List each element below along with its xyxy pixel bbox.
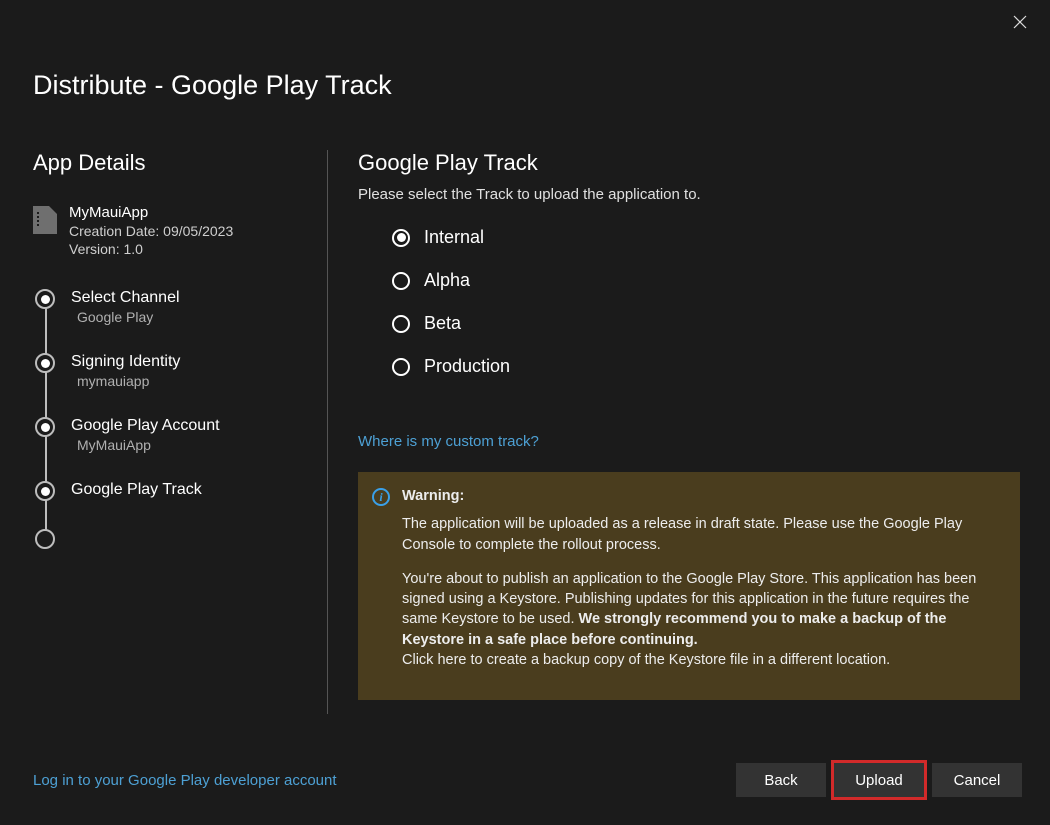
wizard-step[interactable] (33, 521, 307, 569)
info-icon: i (372, 488, 390, 506)
track-option[interactable]: Internal (392, 227, 1020, 248)
warning-paragraph-1: The application will be uploaded as a re… (402, 514, 1002, 555)
step-texts: Google Play Track (71, 481, 202, 499)
app-details-heading: App Details (33, 150, 307, 176)
step-sublabel: mymauiapp (71, 373, 180, 389)
track-option[interactable]: Alpha (392, 270, 1020, 291)
radio-icon (392, 358, 410, 376)
app-text-group: MyMauiApp Creation Date: 09/05/2023 Vers… (69, 204, 233, 257)
step-label: Google Play Track (71, 481, 202, 499)
track-option-label: Production (424, 356, 510, 377)
right-panel: Google Play Track Please select the Trac… (328, 150, 1050, 714)
warning-backup-link[interactable]: Click here to create a backup copy of th… (402, 652, 890, 668)
step-texts: Select Channel Google Play (71, 289, 180, 325)
app-summary: MyMauiApp Creation Date: 09/05/2023 Vers… (33, 204, 307, 257)
step-dot-icon (35, 417, 55, 437)
track-option[interactable]: Beta (392, 313, 1020, 334)
content-area: App Details MyMauiApp Creation Date: 09/… (0, 150, 1050, 714)
warning-body: Warning: The application will be uploade… (402, 486, 1002, 684)
left-panel: App Details MyMauiApp Creation Date: 09/… (0, 150, 328, 714)
login-link[interactable]: Log in to your Google Play developer acc… (33, 772, 337, 789)
track-option[interactable]: Production (392, 356, 1020, 377)
radio-icon (392, 272, 410, 290)
wizard-step[interactable]: Signing Identity mymauiapp (33, 345, 307, 409)
radio-icon (392, 229, 410, 247)
custom-track-link[interactable]: Where is my custom track? (358, 433, 539, 450)
footer-buttons: Back Upload Cancel (736, 763, 1022, 797)
cancel-button[interactable]: Cancel (932, 763, 1022, 797)
upload-button[interactable]: Upload (834, 763, 924, 797)
warning-box: i Warning: The application will be uploa… (358, 472, 1020, 700)
step-texts: Signing Identity mymauiapp (71, 353, 180, 389)
package-icon (33, 206, 57, 234)
track-subtext: Please select the Track to upload the ap… (358, 186, 1020, 203)
step-label: Google Play Account (71, 417, 220, 435)
radio-icon (392, 315, 410, 333)
step-sublabel: MyMauiApp (71, 437, 220, 453)
warning-title: Warning: (402, 486, 1002, 506)
wizard-step[interactable]: Select Channel Google Play (33, 281, 307, 345)
wizard-steps: Select Channel Google Play Signing Identit… (33, 281, 307, 569)
wizard-step[interactable]: Google Play Account MyMauiApp (33, 409, 307, 473)
distribute-dialog: Distribute - Google Play Track App Detai… (0, 0, 1050, 825)
app-name: MyMauiApp (69, 204, 233, 221)
footer: Log in to your Google Play developer acc… (33, 763, 1022, 797)
step-dot-icon (35, 289, 55, 309)
app-creation-date: Creation Date: 09/05/2023 (69, 223, 233, 239)
step-texts: Google Play Account MyMauiApp (71, 417, 220, 453)
step-label: Select Channel (71, 289, 180, 307)
track-option-label: Beta (424, 313, 461, 334)
step-dot-icon (35, 353, 55, 373)
close-button[interactable] (1008, 12, 1032, 36)
track-option-label: Internal (424, 227, 484, 248)
wizard-step[interactable]: Google Play Track (33, 473, 307, 521)
page-title: Distribute - Google Play Track (33, 70, 392, 101)
step-dot-icon (35, 481, 55, 501)
track-option-label: Alpha (424, 270, 470, 291)
track-radio-group: Internal Alpha Beta Production (358, 227, 1020, 377)
step-sublabel: Google Play (71, 309, 180, 325)
app-version: Version: 1.0 (69, 241, 233, 257)
track-heading: Google Play Track (358, 150, 1020, 176)
warning-paragraph-2: You're about to publish an application t… (402, 569, 1002, 670)
step-label: Signing Identity (71, 353, 180, 371)
step-dot-icon (35, 529, 55, 549)
close-icon (1013, 15, 1027, 34)
back-button[interactable]: Back (736, 763, 826, 797)
